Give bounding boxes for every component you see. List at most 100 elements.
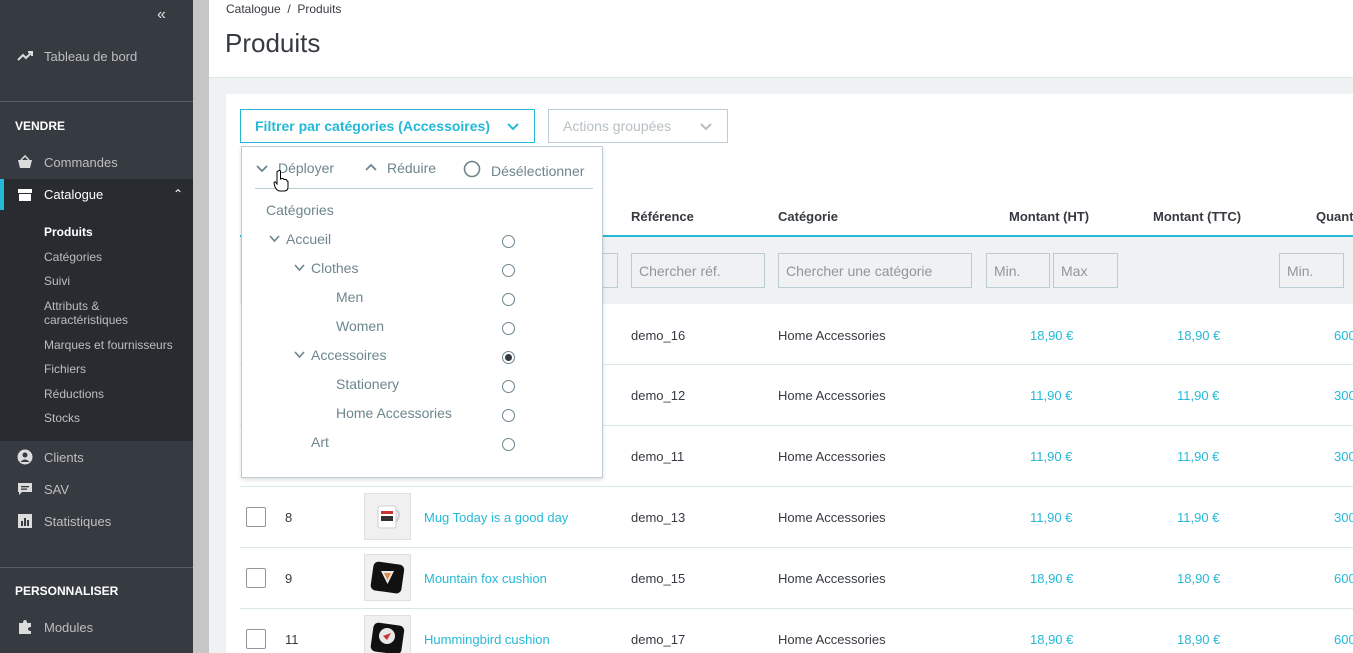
cell-price-ttc[interactable]: 11,90 € bbox=[1177, 510, 1219, 525]
row-divider bbox=[240, 608, 1353, 609]
column-header-reference[interactable]: Référence bbox=[631, 209, 694, 224]
cell-price-ttc[interactable]: 11,90 € bbox=[1177, 388, 1219, 403]
category-filter-dropdown: Déployer Réduire Désélectionner Catégori… bbox=[241, 146, 603, 478]
row-checkbox[interactable] bbox=[246, 568, 266, 588]
divider bbox=[0, 101, 193, 102]
row-divider bbox=[240, 547, 1353, 548]
tree-item-accessoires[interactable]: Accessoires bbox=[311, 347, 386, 363]
radio-accessoires[interactable] bbox=[502, 351, 515, 364]
divider bbox=[255, 188, 593, 189]
radio-clothes[interactable] bbox=[502, 264, 515, 277]
product-name-link[interactable]: Hummingbird cushion bbox=[424, 632, 550, 647]
sub-item-stocks[interactable]: Stocks bbox=[44, 411, 80, 425]
cell-price-ht[interactable]: 18,90 € bbox=[1030, 632, 1073, 647]
nav-service[interactable]: SAV bbox=[0, 474, 193, 504]
sub-item-brands[interactable]: Marques et fournisseurs bbox=[44, 338, 173, 352]
cell-price-ht[interactable]: 18,90 € bbox=[1030, 571, 1073, 586]
bulk-actions-button[interactable]: Actions groupées bbox=[548, 109, 728, 143]
radio-stationery[interactable] bbox=[502, 380, 515, 393]
sub-item-attributes-line2[interactable]: caractéristiques bbox=[44, 313, 128, 327]
cell-quantity[interactable]: 600 bbox=[1334, 571, 1353, 586]
nav-customers[interactable]: Clients bbox=[0, 442, 193, 472]
tree-item-stationery[interactable]: Stationery bbox=[336, 376, 399, 392]
unselect-label: Désélectionner bbox=[491, 162, 585, 179]
expand-all-button[interactable]: Déployer bbox=[256, 160, 334, 176]
radio-home-accessories[interactable] bbox=[502, 409, 515, 422]
basket-icon bbox=[16, 153, 34, 171]
nav-catalog[interactable]: Catalogue ⌃ bbox=[0, 179, 193, 210]
nav-modules[interactable]: Modules bbox=[0, 612, 193, 642]
product-thumbnail[interactable] bbox=[364, 493, 411, 540]
column-header-price-ht[interactable]: Montant (HT) bbox=[1009, 209, 1089, 224]
sub-item-products[interactable]: Produits bbox=[44, 225, 93, 239]
column-header-quantity[interactable]: Quant bbox=[1316, 209, 1353, 224]
quantity-min-input[interactable]: Min. bbox=[1279, 253, 1344, 288]
store-icon bbox=[16, 186, 34, 204]
cell-price-ttc[interactable]: 18,90 € bbox=[1177, 632, 1220, 647]
chevron-down-icon[interactable] bbox=[269, 234, 280, 246]
collapse-sidebar-icon[interactable]: « bbox=[157, 6, 166, 24]
radio-women[interactable] bbox=[502, 322, 515, 335]
cell-quantity[interactable]: 300 bbox=[1334, 449, 1353, 464]
radio-art[interactable] bbox=[502, 438, 515, 451]
product-thumbnail[interactable] bbox=[364, 615, 411, 653]
collapse-all-button[interactable]: Réduire bbox=[365, 160, 436, 176]
breadcrumb[interactable]: Catalogue / Produits bbox=[226, 2, 341, 16]
cell-price-ttc[interactable]: 18,90 € bbox=[1177, 571, 1220, 586]
product-name-link[interactable]: Mountain fox cushion bbox=[424, 571, 547, 586]
column-header-price-ttc[interactable]: Montant (TTC) bbox=[1153, 209, 1241, 224]
tree-item-home-accessories[interactable]: Home Accessories bbox=[336, 405, 452, 421]
bar-chart-icon bbox=[16, 512, 34, 530]
tree-item-clothes[interactable]: Clothes bbox=[311, 260, 358, 276]
chevron-down-icon[interactable] bbox=[294, 350, 305, 362]
nav-orders[interactable]: Commandes bbox=[0, 147, 193, 177]
price-min-input[interactable]: Min. bbox=[986, 253, 1050, 288]
price-max-input[interactable]: Max bbox=[1053, 253, 1118, 288]
nav-modules-label: Modules bbox=[44, 619, 94, 635]
divider bbox=[0, 567, 193, 568]
tree-item-accueil[interactable]: Accueil bbox=[286, 231, 331, 247]
tree-item-art[interactable]: Art bbox=[311, 434, 329, 450]
scrollbar[interactable] bbox=[193, 0, 209, 653]
bulk-actions-label: Actions groupées bbox=[563, 118, 672, 134]
cell-quantity[interactable]: 300 bbox=[1334, 388, 1353, 403]
category-filter-input[interactable]: Chercher une catégorie bbox=[778, 253, 972, 288]
sub-item-files[interactable]: Fichiers bbox=[44, 362, 86, 376]
cell-category: Home Accessories bbox=[778, 328, 886, 343]
sub-item-discounts[interactable]: Réductions bbox=[44, 387, 104, 401]
cell-price-ttc[interactable]: 11,90 € bbox=[1177, 449, 1219, 464]
sub-item-attributes[interactable]: Attributs & bbox=[44, 299, 99, 313]
sub-item-categories[interactable]: Catégories bbox=[44, 250, 102, 264]
cell-price-ht[interactable]: 11,90 € bbox=[1030, 388, 1072, 403]
cell-reference: demo_17 bbox=[631, 632, 686, 647]
sub-item-monitoring[interactable]: Suivi bbox=[44, 274, 70, 288]
section-title-customize: PERSONNALISER bbox=[15, 584, 119, 598]
column-header-category[interactable]: Catégorie bbox=[778, 209, 838, 224]
nav-dashboard[interactable]: Tableau de bord bbox=[0, 41, 193, 71]
cell-price-ht[interactable]: 11,90 € bbox=[1030, 449, 1072, 464]
tree-item-men[interactable]: Men bbox=[336, 289, 363, 305]
radio-accueil[interactable] bbox=[502, 235, 515, 248]
reference-filter-input[interactable]: Chercher réf. bbox=[631, 253, 765, 288]
cell-price-ttc[interactable]: 18,90 € bbox=[1177, 328, 1220, 343]
chevron-down-icon[interactable] bbox=[294, 263, 305, 275]
tree-item-women[interactable]: Women bbox=[336, 318, 384, 334]
cell-price-ht[interactable]: 18,90 € bbox=[1030, 328, 1073, 343]
cell-category: Home Accessories bbox=[778, 449, 886, 464]
cell-quantity[interactable]: 600 bbox=[1334, 328, 1353, 343]
product-thumbnail[interactable] bbox=[364, 554, 411, 601]
cell-price-ht[interactable]: 11,90 € bbox=[1030, 510, 1072, 525]
row-checkbox[interactable] bbox=[246, 507, 266, 527]
sidebar: « Tableau de bord VENDRE Commandes Catal… bbox=[0, 0, 193, 653]
product-name-link[interactable]: Mug Today is a good day bbox=[424, 510, 568, 525]
cell-id: 8 bbox=[285, 510, 293, 525]
row-checkbox[interactable] bbox=[246, 629, 266, 649]
chevron-up-icon: ⌃ bbox=[172, 187, 183, 201]
nav-orders-label: Commandes bbox=[44, 154, 118, 170]
radio-men[interactable] bbox=[502, 293, 515, 306]
cell-quantity[interactable]: 300 bbox=[1334, 510, 1353, 525]
unselect-button[interactable]: Désélectionner bbox=[463, 160, 584, 181]
category-filter-button[interactable]: Filtrer par catégories (Accessoires) bbox=[240, 109, 535, 143]
cell-quantity[interactable]: 600 bbox=[1334, 632, 1353, 647]
nav-stats[interactable]: Statistiques bbox=[0, 506, 193, 536]
